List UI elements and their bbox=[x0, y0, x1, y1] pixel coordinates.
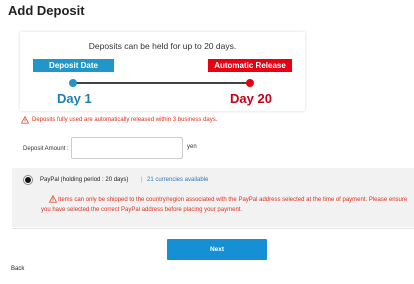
paypal-method-label[interactable]: PayPal (holding period : 20 days) bbox=[40, 177, 128, 183]
paypal-address-warning: Items can only be shipped to the country… bbox=[41, 197, 408, 213]
auto-release-notice-text: Deposits fully used are automatically re… bbox=[32, 117, 218, 123]
hold-period-text: Deposits can be held for up to 20 days. bbox=[88, 41, 237, 51]
next-button[interactable]: Next bbox=[167, 239, 267, 260]
start-day-label: Day 1 bbox=[57, 91, 92, 106]
deposit-amount-input[interactable] bbox=[71, 137, 183, 159]
page-title: Add Deposit bbox=[8, 3, 85, 18]
currencies-available-link[interactable]: 21 currencies available bbox=[147, 177, 208, 183]
label-separator: | bbox=[141, 177, 143, 183]
payment-method-panel[interactable]: PayPal (holding period : 20 days) | 21 c… bbox=[12, 168, 414, 227]
timeline-end-dot bbox=[246, 79, 254, 87]
deposit-date-tag: Deposit Date bbox=[33, 59, 114, 72]
end-day-label: Day 20 bbox=[230, 91, 272, 106]
paypal-radio-button[interactable] bbox=[25, 177, 31, 183]
timeline-line bbox=[73, 82, 250, 84]
currency-unit-label: yen bbox=[187, 144, 197, 150]
deposit-amount-label: Deposit Amount : bbox=[23, 146, 69, 152]
auto-release-notice: Deposits fully used are automatically re… bbox=[21, 116, 217, 124]
automatic-release-tag: Automatic Release bbox=[208, 59, 292, 72]
timeline-start-dot bbox=[69, 79, 77, 87]
section-divider bbox=[12, 228, 414, 229]
back-link[interactable]: Back bbox=[11, 266, 24, 272]
warning-icon bbox=[21, 116, 29, 124]
holding-period-info-box: Deposits can be held for up to 20 days. … bbox=[20, 32, 305, 111]
